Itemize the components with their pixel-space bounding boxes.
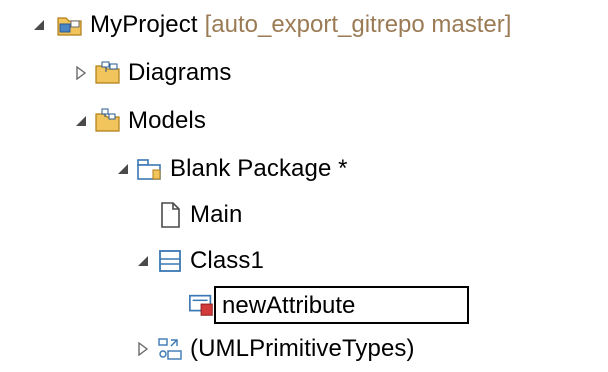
tree-item-uml-primitive-types[interactable]: (UMLPrimitiveTypes) — [132, 326, 415, 372]
project-name: MyProject — [90, 11, 198, 38]
blank-package-label: Blank Package * — [170, 155, 348, 182]
tree-item-models[interactable]: Models — [70, 98, 206, 144]
expanded-triangle-icon[interactable] — [70, 110, 92, 132]
package-icon — [136, 155, 164, 183]
uml-primitive-types-label: (UMLPrimitiveTypes) — [190, 335, 415, 362]
expanded-triangle-icon[interactable] — [112, 158, 134, 180]
tree-item-main[interactable]: Main — [156, 192, 242, 238]
models-folder-icon — [94, 107, 122, 135]
diagrams-label: Diagrams — [128, 59, 232, 86]
project-explorer-tree: MyProject [auto_export_gitrepo master] D… — [0, 0, 608, 364]
document-icon — [156, 201, 184, 229]
models-label: Models — [128, 107, 206, 134]
tree-item-new-attribute[interactable]: newAttribute — [180, 282, 469, 328]
imported-package-icon — [156, 335, 184, 363]
class-icon — [156, 247, 184, 275]
rename-input[interactable]: newAttribute — [214, 286, 469, 324]
tree-item-blank-package[interactable]: Blank Package * — [112, 146, 348, 192]
class1-label: Class1 — [190, 247, 264, 274]
project-folder-icon — [56, 11, 84, 39]
expanded-triangle-icon[interactable] — [28, 14, 50, 36]
tree-item-class1[interactable]: Class1 — [132, 238, 264, 284]
collapsed-triangle-icon[interactable] — [132, 338, 154, 360]
main-label: Main — [190, 201, 243, 228]
tree-item-project[interactable]: MyProject [auto_export_gitrepo master] — [28, 2, 511, 48]
project-git-decoration: [auto_export_gitrepo master] — [204, 11, 512, 38]
diagrams-folder-icon — [94, 59, 122, 87]
collapsed-triangle-icon[interactable] — [70, 62, 92, 84]
expanded-triangle-icon[interactable] — [132, 250, 154, 272]
tree-item-diagrams[interactable]: Diagrams — [70, 50, 232, 96]
attribute-icon — [188, 291, 216, 319]
